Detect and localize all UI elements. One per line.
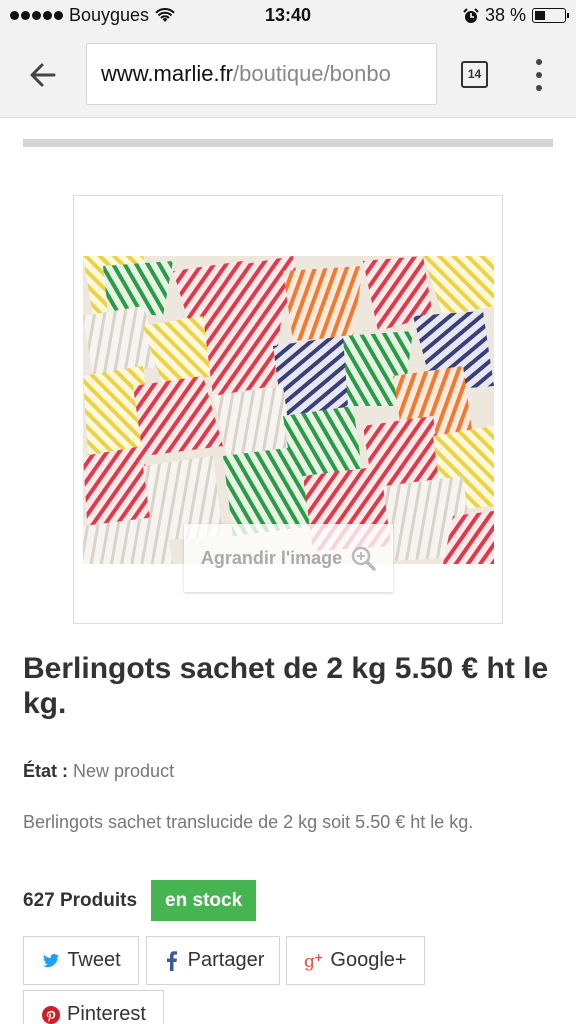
alarm-icon: [463, 7, 479, 23]
facebook-label: Partager: [187, 949, 265, 971]
google-plus-label: Google+: [330, 949, 407, 971]
product-title: Berlingots sachet de 2 kg 5.50 € ht le k…: [23, 652, 549, 720]
google-plus-button[interactable]: g + Google+: [286, 936, 425, 985]
twitter-icon: [43, 953, 60, 967]
facebook-share-button[interactable]: Partager: [146, 936, 280, 985]
pinterest-label: Pinterest: [67, 1003, 146, 1024]
status-right: 38 %: [463, 5, 569, 26]
back-arrow-icon[interactable]: [26, 58, 60, 92]
condition-label: État :: [23, 761, 68, 781]
product-image-frame: Agrandir l'image: [73, 195, 503, 624]
svg-text:+: +: [314, 951, 323, 964]
url-bar[interactable]: www.marlie.fr/boutique/bonbo: [86, 43, 437, 105]
product-description: Berlingots sachet translucide de 2 kg so…: [23, 812, 474, 832]
google-plus-icon: g +: [304, 951, 323, 971]
condition-value: New product: [73, 761, 175, 781]
zoom-label: Agrandir l'image: [200, 547, 343, 568]
battery-percent: 38 %: [484, 5, 526, 25]
zoom-image-button[interactable]: Agrandir l'image: [184, 524, 393, 592]
tab-switcher-button[interactable]: 14: [461, 61, 488, 88]
pinterest-icon: [42, 1005, 61, 1024]
stock-count: 627 Produits: [23, 889, 138, 911]
status-bar: Bouygues 13:40 38 %: [0, 0, 576, 32]
url-host: www.marlie.fr: [101, 61, 234, 86]
browser-toolbar: www.marlie.fr/boutique/bonbo 14: [0, 32, 576, 118]
overflow-menu-icon[interactable]: [528, 59, 550, 91]
url-path: /boutique/bonbo: [233, 61, 391, 86]
pinterest-button[interactable]: Pinterest: [23, 990, 164, 1024]
product-condition: État : New product: [23, 761, 174, 782]
tweet-button[interactable]: Tweet: [23, 936, 139, 985]
zoom-in-icon: [351, 546, 376, 571]
page-divider: [23, 139, 553, 147]
facebook-icon: [166, 950, 177, 971]
candy-photo: [83, 256, 494, 564]
battery-icon: [532, 8, 569, 23]
stock-status-badge: en stock: [151, 880, 257, 921]
stock-info: 627 Produits en stock: [23, 880, 257, 921]
product-image[interactable]: [83, 256, 494, 564]
tweet-label: Tweet: [67, 949, 121, 971]
